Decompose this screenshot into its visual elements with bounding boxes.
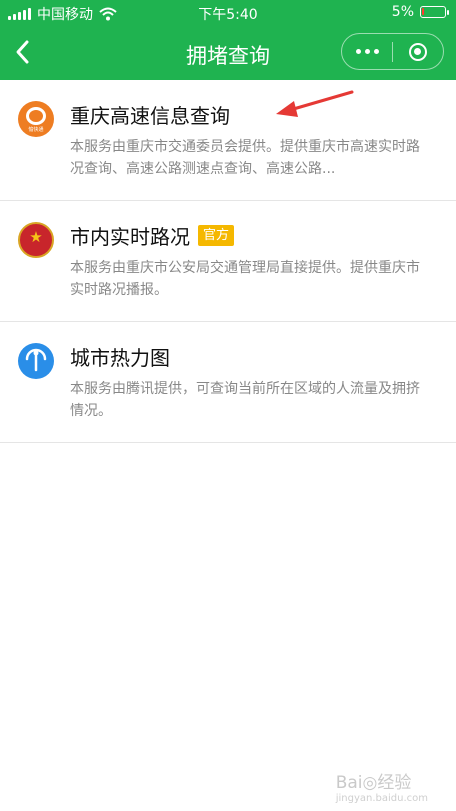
status-right: 5% (391, 4, 449, 20)
status-time: 下午5:40 (198, 7, 258, 23)
miniprogram-capsule (341, 33, 444, 70)
close-ring-icon (409, 42, 427, 61)
close-button[interactable] (393, 34, 443, 69)
service-item-highway[interactable]: 愉快通 重庆高速信息查询 本服务由重庆市交通委员会提供。提供重庆市高速实时路况查… (0, 80, 456, 201)
logo-text: 愉快通 (28, 127, 44, 133)
more-dot-icon (373, 49, 379, 54)
service-description: 本服务由重庆市公安局交通管理局直接提供。提供重庆市实时路况播报。 (70, 260, 420, 298)
navigation-bar: 拥堵查询 (0, 26, 456, 80)
official-badge: 官方 (198, 225, 235, 246)
highway-logo-icon: 愉快通 (18, 101, 54, 137)
battery-icon (420, 6, 449, 18)
service-title-text: 城市热力图 (70, 346, 170, 370)
logo-ring (26, 107, 46, 125)
service-title: 重庆高速信息查询 (70, 100, 230, 129)
star-icon: ★ (29, 228, 43, 246)
more-dot-icon (355, 49, 361, 54)
service-title-text: 市内实时路况 (70, 225, 190, 249)
police-emblem-icon: ★ (18, 222, 54, 258)
watermark-text: Bai◎经验 (335, 773, 412, 793)
more-dot-icon (364, 49, 370, 54)
status-bar: 中国移动 下午5:40 5% (0, 0, 456, 26)
watermark-sub: jingyan.baidu.com (335, 793, 428, 804)
header: 中国移动 下午5:40 5% 拥堵查询 (0, 0, 456, 80)
battery-percent: 5% (391, 4, 414, 20)
location-pin-icon (25, 348, 47, 372)
service-item-heatmap[interactable]: 城市热力图 本服务由腾讯提供，可查询当前所在区域的人流量及拥挤情况。 (0, 322, 456, 443)
service-title-text: 重庆高速信息查询 (70, 104, 230, 128)
service-item-traffic[interactable]: ★ 市内实时路况 官方 本服务由重庆市公安局交通管理局直接提供。提供重庆市实时路… (0, 201, 456, 322)
watermark: Bai◎经验 jingyan.baidu.com (336, 768, 428, 804)
heatmap-icon (18, 343, 54, 379)
service-title: 城市热力图 (70, 342, 170, 371)
battery-fill (422, 8, 424, 15)
service-title: 市内实时路况 官方 (70, 221, 235, 250)
more-button[interactable] (342, 34, 392, 69)
service-description: 本服务由重庆市交通委员会提供。提供重庆市高速实时路况查询、高速公路测速点查询、高… (70, 139, 420, 177)
service-description: 本服务由腾讯提供，可查询当前所在区域的人流量及拥挤情况。 (70, 381, 420, 419)
